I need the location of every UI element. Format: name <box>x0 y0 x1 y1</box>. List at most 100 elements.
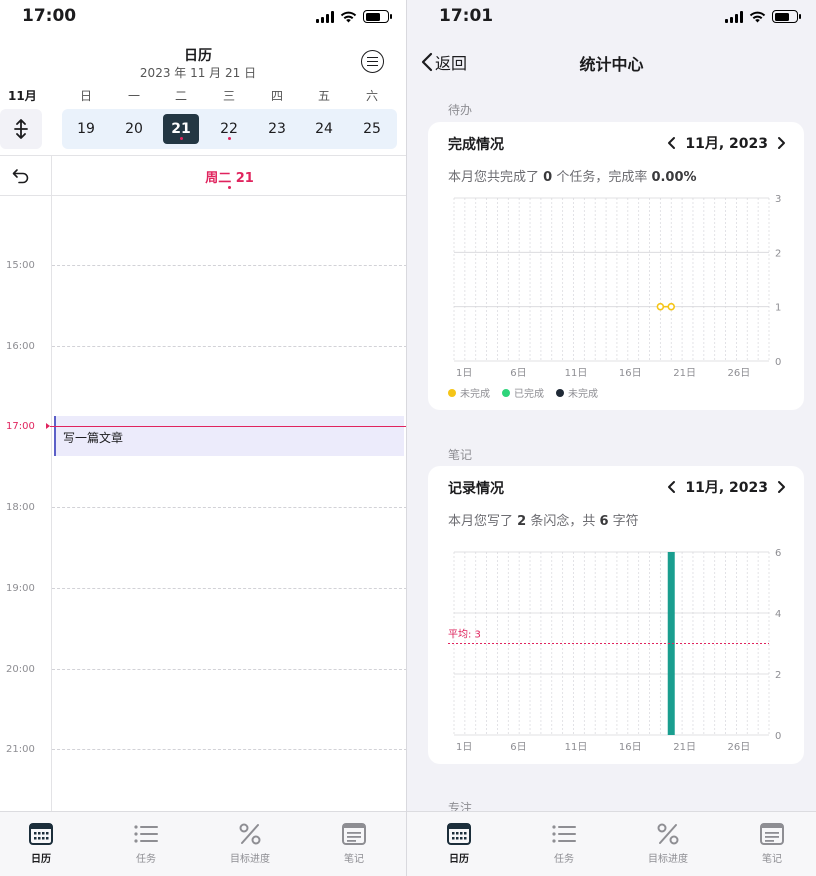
event-dot <box>179 137 183 140</box>
hour-label: 16:00 <box>6 341 35 352</box>
y-tick-label: 4 <box>775 609 781 620</box>
statistics-screen: 17:01 返回 统计中心 待办 完成情况 11月, 2023 本月您共完成了 … <box>407 0 816 876</box>
list-icon <box>552 825 576 843</box>
day-cell[interactable]: 25 <box>354 109 390 149</box>
expand-vertical-icon <box>14 119 28 139</box>
divider <box>0 195 407 196</box>
weekday-label: 一 <box>127 89 140 103</box>
tab-label: 笔记 <box>762 854 782 865</box>
calendar-screen: 17:00 日历 2023 年 11 月 21 日 11月 日 一 二 三 四 … <box>0 0 407 876</box>
day-cell[interactable]: 22 <box>211 109 247 149</box>
status-bar: 17:01 <box>407 0 816 34</box>
x-tick-label: 6日 <box>510 742 526 753</box>
legend-item: 未完成 <box>556 385 598 400</box>
tab-calendar[interactable]: 日历 <box>419 820 499 865</box>
calendar-icon <box>29 823 53 845</box>
x-tick-label: 6日 <box>510 368 526 379</box>
hour-label: 19:00 <box>6 583 35 594</box>
event-dot <box>227 137 231 140</box>
day-header: 周二 21 <box>205 171 254 186</box>
weekday-label: 四 <box>270 89 283 103</box>
legend-swatch <box>556 388 564 397</box>
x-tick-label: 26日 <box>728 368 751 379</box>
weekday-label: 六 <box>365 89 378 103</box>
legend-item: 未完成 <box>448 385 490 400</box>
day-cell[interactable]: 20 <box>116 109 152 149</box>
y-tick-label: 3 <box>775 194 781 205</box>
signal-icon <box>725 10 743 23</box>
y-tick-label: 0 <box>775 357 781 368</box>
section-label-tasks: 待办 <box>448 103 473 117</box>
time-column-divider <box>51 155 52 811</box>
percent-icon <box>657 823 679 845</box>
section-label-notes: 笔记 <box>448 448 473 462</box>
undo-icon[interactable] <box>11 166 31 186</box>
x-tick-label: 1日 <box>456 742 472 753</box>
month-label: 11月 <box>8 89 37 103</box>
battery-icon <box>363 10 392 23</box>
weekday-label: 二 <box>174 89 187 103</box>
x-tick-label: 11日 <box>565 368 588 379</box>
current-time-marker <box>46 423 50 429</box>
tab-notes[interactable]: 笔记 <box>314 820 394 865</box>
y-tick-label: 2 <box>775 670 781 681</box>
tab-calendar[interactable]: 日历 <box>1 820 81 865</box>
calendar-icon <box>447 823 471 845</box>
y-tick-label: 0 <box>775 731 781 742</box>
hour-gridline <box>52 507 407 508</box>
divider <box>0 155 407 156</box>
event-title: 写一篇文章 <box>63 431 124 445</box>
day-cell[interactable]: 23 <box>259 109 295 149</box>
hour-label-current: 17:00 <box>6 421 35 432</box>
expand-collapse-button[interactable] <box>0 109 42 149</box>
y-tick-label: 2 <box>775 248 781 259</box>
x-tick-label: 26日 <box>728 742 751 753</box>
tab-bar: 日历 任务 目标进度 笔记 <box>0 811 407 876</box>
weekday-label: 日 <box>79 89 92 103</box>
x-tick-label: 21日 <box>673 742 696 753</box>
hour-label: 18:00 <box>6 502 35 513</box>
status-bar: 17:00 <box>0 0 407 34</box>
wifi-icon <box>340 11 357 22</box>
y-tick-label: 6 <box>775 548 781 559</box>
battery-icon <box>772 10 801 23</box>
signal-icon <box>316 10 334 23</box>
tab-tasks[interactable]: 任务 <box>106 820 186 865</box>
legend-swatch <box>448 388 456 397</box>
menu-icon[interactable] <box>361 50 384 73</box>
chart-legend: 未完成 已完成 未完成 <box>448 385 598 400</box>
tab-notes[interactable]: 笔记 <box>732 820 812 865</box>
hour-label: 21:00 <box>6 744 35 755</box>
note-icon <box>760 823 784 845</box>
percent-icon <box>239 823 261 845</box>
weekday-label: 三 <box>222 89 235 103</box>
data-point <box>667 302 676 311</box>
tasks-completion-card: 完成情况 11月, 2023 本月您共完成了 0 个任务，完成率 0.00% 0… <box>428 122 804 410</box>
hour-label: 20:00 <box>6 664 35 675</box>
tab-label: 目标进度 <box>648 854 688 865</box>
hour-gridline <box>52 749 407 750</box>
calendar-event[interactable]: 写一篇文章 <box>54 416 404 456</box>
tab-bar: 日历 任务 目标进度 笔记 <box>407 811 816 876</box>
tab-label: 任务 <box>136 854 156 865</box>
data-point <box>656 302 665 311</box>
tab-goal-progress[interactable]: 目标进度 <box>628 820 708 865</box>
hour-gridline <box>52 265 407 266</box>
current-time-line <box>50 426 407 427</box>
x-tick-label: 16日 <box>619 368 642 379</box>
calendar-title: 日历 <box>184 48 212 64</box>
tasks-chart: 0 1 2 3 1日 6日 11日 16日 21日 26日 <box>453 194 781 379</box>
tab-goal-progress[interactable]: 目标进度 <box>210 820 290 865</box>
event-dot <box>227 186 231 189</box>
day-cell[interactable]: 19 <box>68 109 104 149</box>
calendar-date-subtitle: 2023 年 11 月 21 日 <box>139 66 257 80</box>
tab-label: 目标进度 <box>230 854 270 865</box>
tab-tasks[interactable]: 任务 <box>524 820 604 865</box>
status-time: 17:01 <box>439 6 494 26</box>
tab-label: 任务 <box>554 854 574 865</box>
status-time: 17:00 <box>22 6 77 26</box>
x-tick-label: 21日 <box>673 368 696 379</box>
legend-swatch <box>502 388 510 397</box>
x-tick-label: 11日 <box>565 742 588 753</box>
day-cell[interactable]: 24 <box>306 109 342 149</box>
